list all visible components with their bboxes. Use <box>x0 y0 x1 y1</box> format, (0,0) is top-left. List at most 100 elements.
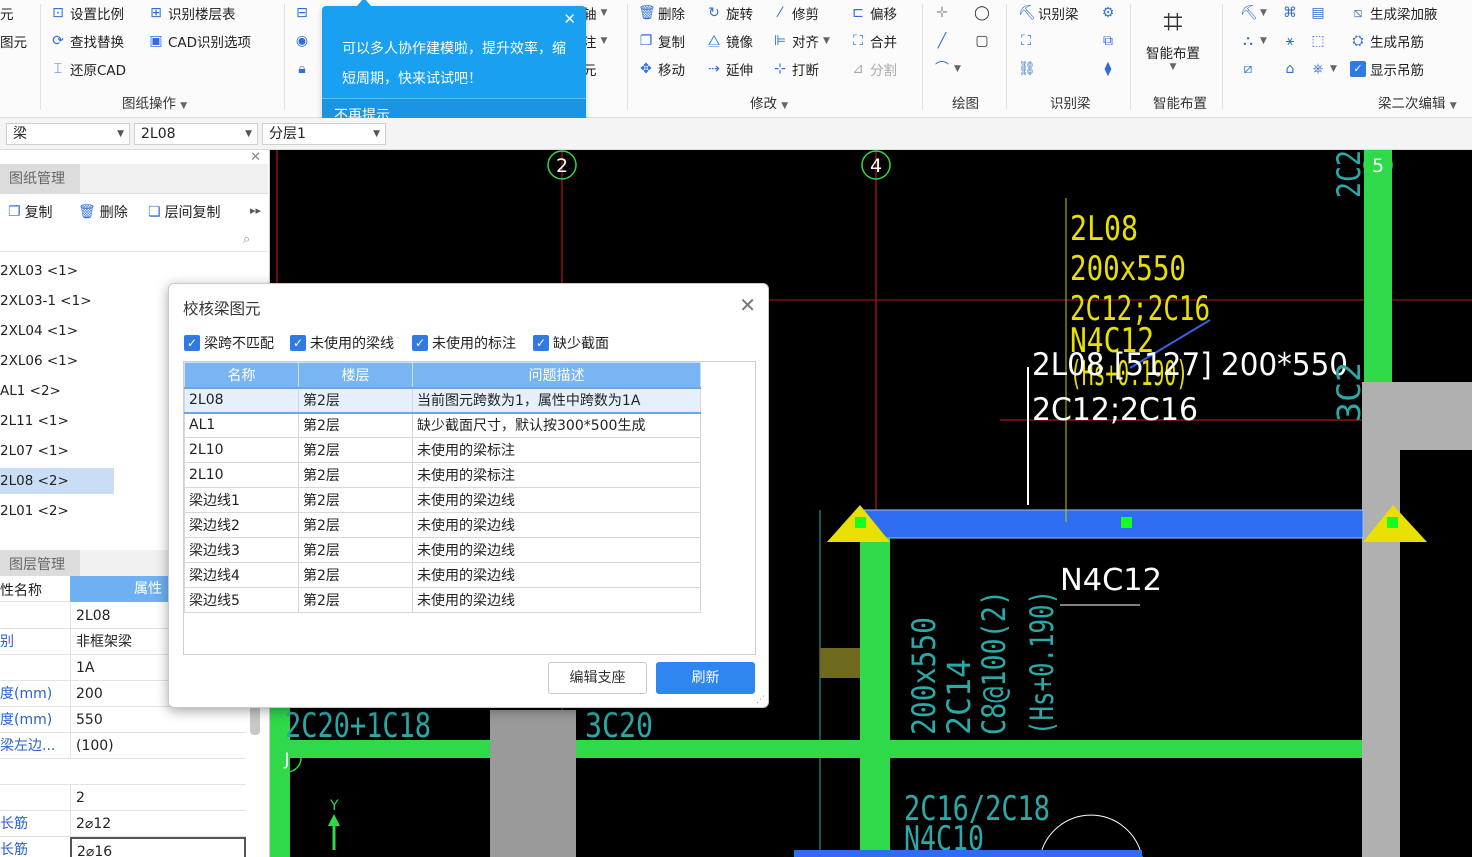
list-item[interactable]: 2L01 <2> <box>0 498 114 524</box>
table-row[interactable]: 梁边线1 第2层 未使用的梁边线 <box>184 487 701 513</box>
filter-span-mismatch-checkbox[interactable]: ✓ 梁跨不匹配 <box>184 333 274 353</box>
property-value[interactable]: (100) <box>70 733 246 759</box>
ribbon-group-modify[interactable]: 修改 ▼ <box>750 92 788 112</box>
smart-layout-button[interactable]: ⌗ 智能布置 ▼ <box>1140 2 1206 72</box>
list-item[interactable]: 2XL03-1 <1> <box>0 288 114 314</box>
secondary-tool-1[interactable]: ⛏ ▼ <box>1240 2 1267 24</box>
property-scrollbar[interactable] <box>250 705 260 735</box>
ribbon-item-partial-2[interactable]: 图元 <box>0 30 27 52</box>
draw-point-button[interactable]: ✛ <box>934 2 950 24</box>
offset-button[interactable]: ⊏ 偏移 <box>850 2 897 24</box>
selected-beam[interactable] <box>859 509 1364 539</box>
trim-button[interactable]: ⁄ 修剪 <box>772 2 819 24</box>
property-value[interactable]: 2⌀16 <box>70 837 246 857</box>
ribbon-group-drawing[interactable]: 图纸操作 ▼ <box>122 92 187 112</box>
close-icon[interactable]: ✕ <box>563 10 576 28</box>
draw-circle-button[interactable]: ◯ <box>974 2 990 24</box>
restore-cad-button[interactable]: ⌶ 还原CAD <box>50 58 126 80</box>
property-row[interactable]: 长筋 2⌀12 <box>0 811 246 837</box>
list-item[interactable]: 2XL03 <1> <box>0 258 114 284</box>
list-item[interactable]: 2L07 <1> <box>0 438 114 464</box>
property-value[interactable]: 2 <box>70 785 246 811</box>
search-icon[interactable]: ⌕ <box>243 232 250 247</box>
draw-arc-button[interactable]: ⌒ ▼ <box>934 58 961 80</box>
close-icon[interactable]: ✕ <box>739 293 756 317</box>
floor-copy-button[interactable]: ❏ 层间复制 <box>148 202 221 222</box>
recognize-tool-3[interactable]: ⧉ <box>1100 30 1116 52</box>
recognize-beam-button[interactable]: ⛏ 识别梁 <box>1018 2 1079 24</box>
align-button[interactable]: ⊫ 对齐 ▼ <box>772 30 830 52</box>
ribbon-icon-partial[interactable]: ⊟ <box>294 2 310 24</box>
filter-unused-annotation-checkbox[interactable]: ✓ 未使用的标注 <box>412 333 516 353</box>
extend-button[interactable]: ⇢ 延伸 <box>706 58 753 80</box>
merge-button[interactable]: ⛶ 合并 <box>850 30 897 52</box>
refresh-button[interactable]: 刷新 <box>656 662 755 694</box>
drawing-panel-tab[interactable]: 图纸管理 <box>0 164 80 194</box>
rotate-button[interactable]: ↻ 旋转 <box>706 2 753 24</box>
grip-point[interactable] <box>1121 517 1132 528</box>
secondary-tool-2[interactable]: ⌘ <box>1282 2 1298 24</box>
show-hanger-checkbox[interactable]: ✓ 显示吊筋 <box>1350 58 1424 80</box>
generate-hanger-button[interactable]: ⛭ 生成吊筋 <box>1350 30 1424 52</box>
table-row[interactable]: 梁边线3 第2层 未使用的梁边线 <box>184 537 701 563</box>
set-scale-button[interactable]: ⊡ 设置比例 <box>50 2 124 24</box>
recognize-floor-table-button[interactable]: ⊞ 识别楼层表 <box>148 2 235 24</box>
filter-unused-beam-line-checkbox[interactable]: ✓ 未使用的梁线 <box>290 333 394 353</box>
recognize-tool-1[interactable]: ⚙ <box>1100 2 1116 24</box>
list-item[interactable]: 2L08 <2> <box>0 468 114 494</box>
drawing-search-input[interactable] <box>0 228 268 252</box>
break-button[interactable]: ⊹ 打断 <box>772 58 819 80</box>
table-row[interactable]: 2L10 第2层 未使用的梁标注 <box>184 462 701 488</box>
layer-select[interactable]: 分层1 ▼ <box>262 123 386 145</box>
ribbon-axis-partial-2[interactable]: 注 ▼ <box>583 30 607 52</box>
property-value[interactable]: 550 <box>70 707 246 733</box>
secondary-tool-6[interactable]: ⬚ <box>1310 30 1326 52</box>
column-header-floor[interactable]: 楼层 <box>298 362 413 388</box>
property-row[interactable]: 度(mm) 550 <box>0 707 246 733</box>
secondary-tool-4[interactable]: ⛬ ▼ <box>1240 30 1267 52</box>
more-icon[interactable]: ▸▸ <box>250 204 261 217</box>
list-item[interactable]: AL1 <2> <box>0 378 114 404</box>
column-header-name[interactable]: 名称 <box>184 362 299 388</box>
element-name-select[interactable]: 2L08 ▼ <box>134 123 258 145</box>
secondary-tool-3[interactable]: ▤ <box>1310 2 1326 24</box>
delete-drawing-button[interactable]: 🗑︎ 删除 <box>78 202 128 222</box>
column-header-description[interactable]: 问题描述 <box>412 362 701 388</box>
grip-point[interactable] <box>855 517 866 528</box>
split-button[interactable]: ⊿ 分割 <box>850 58 897 80</box>
secondary-tool-7[interactable]: ⧄ <box>1240 58 1256 80</box>
filter-missing-section-checkbox[interactable]: ✓ 缺少截面 <box>533 333 609 353</box>
table-row[interactable]: AL1 第2层 缺少截面尺寸，默认按300*500生成 <box>184 412 701 438</box>
table-row[interactable]: 2L08 第2层 当前图元跨数为1，属性中跨数为1A <box>184 386 701 414</box>
ribbon-icon-partial[interactable]: 🔒︎ <box>294 58 310 80</box>
delete-button[interactable]: 🗑︎ 删除 <box>638 2 685 24</box>
ribbon-item-partial-1[interactable]: 元 <box>0 2 14 24</box>
generate-haunch-button[interactable]: ⧅ 生成梁加腋 <box>1350 2 1438 24</box>
property-row[interactable]: 长筋 2⌀16 <box>0 837 246 857</box>
recognize-tool-5[interactable]: ⧫ <box>1100 58 1116 80</box>
secondary-tool-5[interactable]: ⚹ <box>1282 30 1298 52</box>
grip-point[interactable] <box>1387 517 1398 528</box>
ribbon-axis-partial-1[interactable]: 轴 ▼ <box>583 2 607 24</box>
list-item[interactable]: 2XL04 <1> <box>0 318 114 344</box>
close-icon[interactable]: ✕ <box>250 150 261 165</box>
list-item[interactable]: 2XL06 <1> <box>0 348 114 374</box>
recognize-tool-2[interactable]: ⛶ <box>1018 30 1034 52</box>
cad-options-button[interactable]: ▣ CAD识别选项 <box>148 30 251 52</box>
draw-rect-button[interactable]: ▢ <box>974 30 990 52</box>
secondary-tool-9[interactable]: ⎈ ▼ <box>1310 58 1337 80</box>
secondary-tool-8[interactable]: ⌂ <box>1282 58 1298 80</box>
copy-button[interactable]: ❐ 复制 <box>638 30 685 52</box>
ribbon-group-secondary[interactable]: 梁二次编辑 ▼ <box>1378 92 1457 112</box>
recognize-tool-4[interactable]: ⛓ <box>1018 58 1036 80</box>
list-item[interactable]: 2L11 <1> <box>0 408 114 434</box>
edit-support-button[interactable]: 编辑支座 <box>548 662 647 694</box>
move-button[interactable]: ✥ 移动 <box>638 58 685 80</box>
property-value[interactable]: 2⌀12 <box>70 811 246 837</box>
element-type-select[interactable]: 梁 ▼ <box>6 123 130 145</box>
find-replace-button[interactable]: ⟳ 查找替换 <box>50 30 124 52</box>
ribbon-icon-partial[interactable]: ◉ <box>294 30 310 52</box>
resize-grip-icon[interactable]: ⋰ <box>756 695 765 705</box>
copy-drawing-button[interactable]: ❐ 复制 <box>8 202 53 222</box>
property-row[interactable]: 2 <box>0 785 246 811</box>
